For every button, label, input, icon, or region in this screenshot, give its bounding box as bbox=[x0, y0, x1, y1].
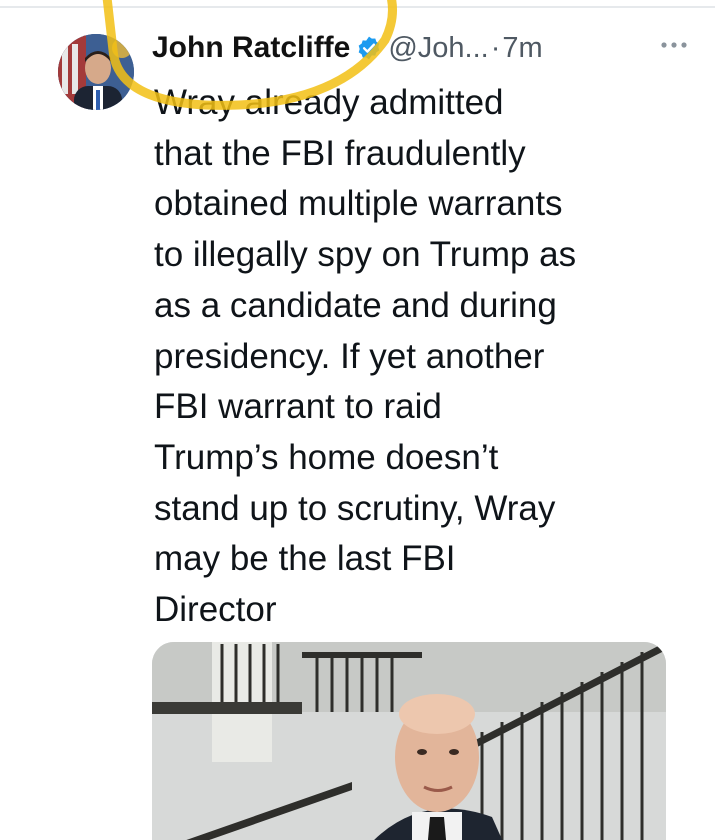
separator-dot: · bbox=[490, 31, 501, 64]
tweet-photo-image bbox=[152, 642, 666, 840]
author-name[interactable]: John Ratcliffe bbox=[152, 31, 350, 65]
author-avatar[interactable] bbox=[58, 34, 134, 110]
user-avatar-icon bbox=[58, 34, 134, 110]
author-handle[interactable]: @Joh... bbox=[388, 32, 488, 65]
tweet-text: Wray already admitted that the FBI fraud… bbox=[154, 83, 577, 630]
top-divider bbox=[0, 6, 715, 8]
tweet-timestamp[interactable]: 7m bbox=[502, 32, 542, 65]
tweet-header: John Ratcliffe @Joh... · 7m bbox=[152, 26, 543, 70]
verified-badge-icon bbox=[359, 36, 380, 60]
more-options-icon[interactable] bbox=[656, 38, 692, 52]
tweet-photo[interactable] bbox=[152, 642, 666, 840]
